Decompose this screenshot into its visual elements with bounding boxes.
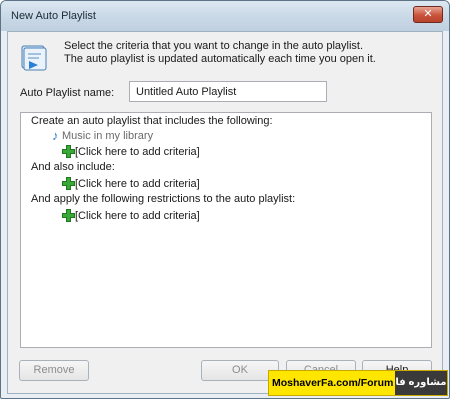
add-plus-icon — [62, 177, 75, 190]
watermark-badge: تالار مشاوره فا — [395, 371, 447, 395]
criteria-heading-include: Create an auto playlist that includes th… — [31, 115, 273, 127]
playlist-name-field[interactable] — [129, 81, 327, 102]
criteria-heading-also-include: And also include: — [31, 161, 115, 173]
dialog-body: Select the criteria that you want to cha… — [7, 31, 443, 394]
add-plus-icon — [62, 209, 75, 222]
add-criteria-text: [Click here to add criteria] — [75, 146, 200, 158]
remove-button[interactable]: Remove — [19, 360, 89, 381]
music-note-icon: ♪ — [52, 128, 59, 143]
dialog-window: New Auto Playlist ✕ Select the criteria … — [0, 0, 450, 399]
add-criteria-text: [Click here to add criteria] — [75, 210, 200, 222]
add-plus-icon — [62, 145, 75, 158]
window-title: New Auto Playlist — [11, 10, 96, 22]
playlist-wizard-icon — [21, 45, 47, 71]
title-bar[interactable]: New Auto Playlist ✕ — [1, 1, 449, 31]
close-button[interactable]: ✕ — [413, 6, 443, 23]
criteria-panel[interactable]: Create an auto playlist that includes th… — [20, 112, 432, 348]
criteria-heading-restrictions: And apply the following restrictions to … — [31, 193, 296, 205]
playlist-name-label: Auto Playlist name: — [20, 87, 115, 99]
watermark-site-text: MoshaverFa.com/Forum — [272, 377, 394, 389]
add-criteria-text: [Click here to add criteria] — [75, 178, 200, 190]
add-criteria-link-1[interactable]: [Click here to add criteria] — [62, 145, 200, 159]
intro-line-1: Select the criteria that you want to cha… — [64, 40, 364, 52]
criteria-music-library[interactable]: ♪ Music in my library — [52, 129, 153, 143]
intro-line-2: The auto playlist is updated automatical… — [64, 53, 376, 65]
add-criteria-link-2[interactable]: [Click here to add criteria] — [62, 177, 200, 191]
music-library-label: Music in my library — [62, 130, 154, 142]
close-icon: ✕ — [423, 8, 433, 20]
add-criteria-link-3[interactable]: [Click here to add criteria] — [62, 209, 200, 223]
forum-watermark: MoshaverFa.com/Forum تالار مشاوره فا — [268, 370, 448, 396]
